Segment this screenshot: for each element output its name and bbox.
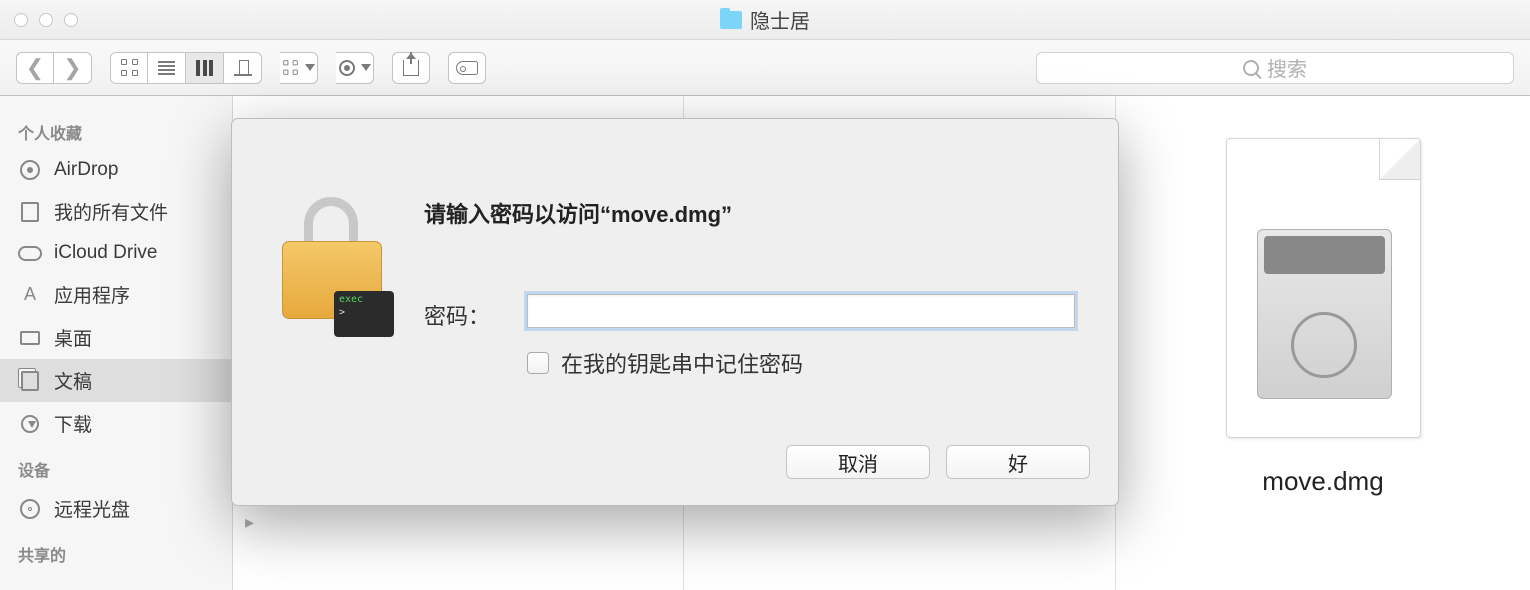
chevron-left-icon: ❮ xyxy=(26,55,44,81)
password-dialog: 请输入密码以访问“move.dmg” 密码： 在我的钥匙串中记住密码 取消 好 xyxy=(231,118,1119,506)
chevron-right-icon: ❯ xyxy=(63,55,81,81)
share-button[interactable] xyxy=(392,52,430,84)
sidebar-item-remote-disc[interactable]: 远程光盘 xyxy=(0,487,232,530)
search-field[interactable]: 搜索 xyxy=(1036,52,1514,84)
icon-view-button[interactable] xyxy=(110,52,148,84)
column-view-button[interactable] xyxy=(186,52,224,84)
close-window-button[interactable] xyxy=(14,13,28,27)
minimize-window-button[interactable] xyxy=(39,13,53,27)
dialog-buttons: 取消 好 xyxy=(786,445,1090,479)
search-icon xyxy=(1243,60,1259,76)
desktop-icon xyxy=(18,326,42,350)
password-input[interactable] xyxy=(527,294,1075,328)
sidebar-item-label: 桌面 xyxy=(54,324,92,351)
sidebar-item-documents[interactable]: 文稿 xyxy=(0,359,232,402)
titlebar: 隐士居 xyxy=(0,0,1530,40)
sidebar-item-label: 远程光盘 xyxy=(54,495,130,522)
window-controls xyxy=(0,13,78,27)
sidebar-item-applications[interactable]: A 应用程序 xyxy=(0,273,232,316)
preview-panel: move.dmg xyxy=(1115,96,1530,590)
remember-label: 在我的钥匙串中记住密码 xyxy=(561,347,803,379)
cancel-button[interactable]: 取消 xyxy=(786,445,930,479)
password-label: 密码： xyxy=(424,299,490,331)
window-title-text: 隐士居 xyxy=(750,5,810,34)
remember-checkbox[interactable]: 在我的钥匙串中记住密码 xyxy=(527,347,803,379)
sidebar-item-icloud[interactable]: iCloud Drive xyxy=(0,233,232,273)
search-placeholder: 搜索 xyxy=(1267,53,1307,82)
disk-image-icon xyxy=(1257,229,1392,399)
coverflow-icon xyxy=(234,60,252,76)
ok-button[interactable]: 好 xyxy=(946,445,1090,479)
sidebar-item-label: iCloud Drive xyxy=(54,242,157,264)
sidebar-header-devices: 设备 xyxy=(0,445,232,487)
action-group xyxy=(336,52,374,84)
airdrop-icon xyxy=(18,158,42,182)
window-title: 隐士居 xyxy=(720,5,810,34)
list-view-button[interactable] xyxy=(148,52,186,84)
sidebar-item-downloads[interactable]: 下载 xyxy=(0,402,232,445)
lock-icon xyxy=(282,197,387,317)
chevron-down-icon xyxy=(305,64,315,71)
sidebar-header-favorites: 个人收藏 xyxy=(0,108,232,150)
sidebar-item-label: 应用程序 xyxy=(54,281,130,308)
share-icon xyxy=(403,60,419,76)
documents-icon xyxy=(18,369,42,393)
columns-icon xyxy=(196,60,213,76)
zoom-window-button[interactable] xyxy=(64,13,78,27)
chevron-down-icon xyxy=(361,64,371,71)
folder-icon xyxy=(720,11,742,29)
exec-badge-icon xyxy=(334,291,394,337)
cancel-button-label: 取消 xyxy=(838,448,878,477)
preview-filename: move.dmg xyxy=(1262,466,1383,497)
gear-icon xyxy=(339,60,355,76)
sidebar-item-desktop[interactable]: 桌面 xyxy=(0,316,232,359)
sidebar-item-label: 我的所有文件 xyxy=(54,198,168,225)
list-icon xyxy=(158,61,175,75)
applications-icon: A xyxy=(18,283,42,307)
action-button[interactable] xyxy=(336,52,374,84)
arrange-group xyxy=(280,52,318,84)
sidebar-header-shared: 共享的 xyxy=(0,530,232,572)
dialog-title: 请输入密码以访问“move.dmg” xyxy=(424,197,732,229)
sidebar-item-label: AirDrop xyxy=(54,159,118,181)
column-resize-handle[interactable]: ▸ xyxy=(245,512,254,533)
tags-button[interactable] xyxy=(448,52,486,84)
ok-button-label: 好 xyxy=(1008,448,1028,477)
cloud-icon xyxy=(18,241,42,265)
grid-icon xyxy=(121,59,138,76)
back-button[interactable]: ❮ xyxy=(16,52,54,84)
disc-icon xyxy=(18,497,42,521)
nav-group: ❮ ❯ xyxy=(16,52,92,84)
sidebar-item-label: 文稿 xyxy=(54,367,92,394)
toolbar: ❮ ❯ 搜索 xyxy=(0,40,1530,96)
view-group xyxy=(110,52,262,84)
downloads-icon xyxy=(18,412,42,436)
sidebar: 个人收藏 AirDrop 我的所有文件 iCloud Drive A 应用程序 … xyxy=(0,96,233,590)
all-files-icon xyxy=(18,200,42,224)
arrange-button[interactable] xyxy=(280,52,318,84)
tag-icon xyxy=(456,61,478,75)
dmg-file-icon xyxy=(1226,138,1421,438)
coverflow-view-button[interactable] xyxy=(224,52,262,84)
arrange-icon xyxy=(283,60,297,74)
sidebar-item-all-files[interactable]: 我的所有文件 xyxy=(0,190,232,233)
checkbox-icon xyxy=(527,352,549,374)
forward-button[interactable]: ❯ xyxy=(54,52,92,84)
sidebar-item-label: 下载 xyxy=(54,410,92,437)
sidebar-item-airdrop[interactable]: AirDrop xyxy=(0,150,232,190)
